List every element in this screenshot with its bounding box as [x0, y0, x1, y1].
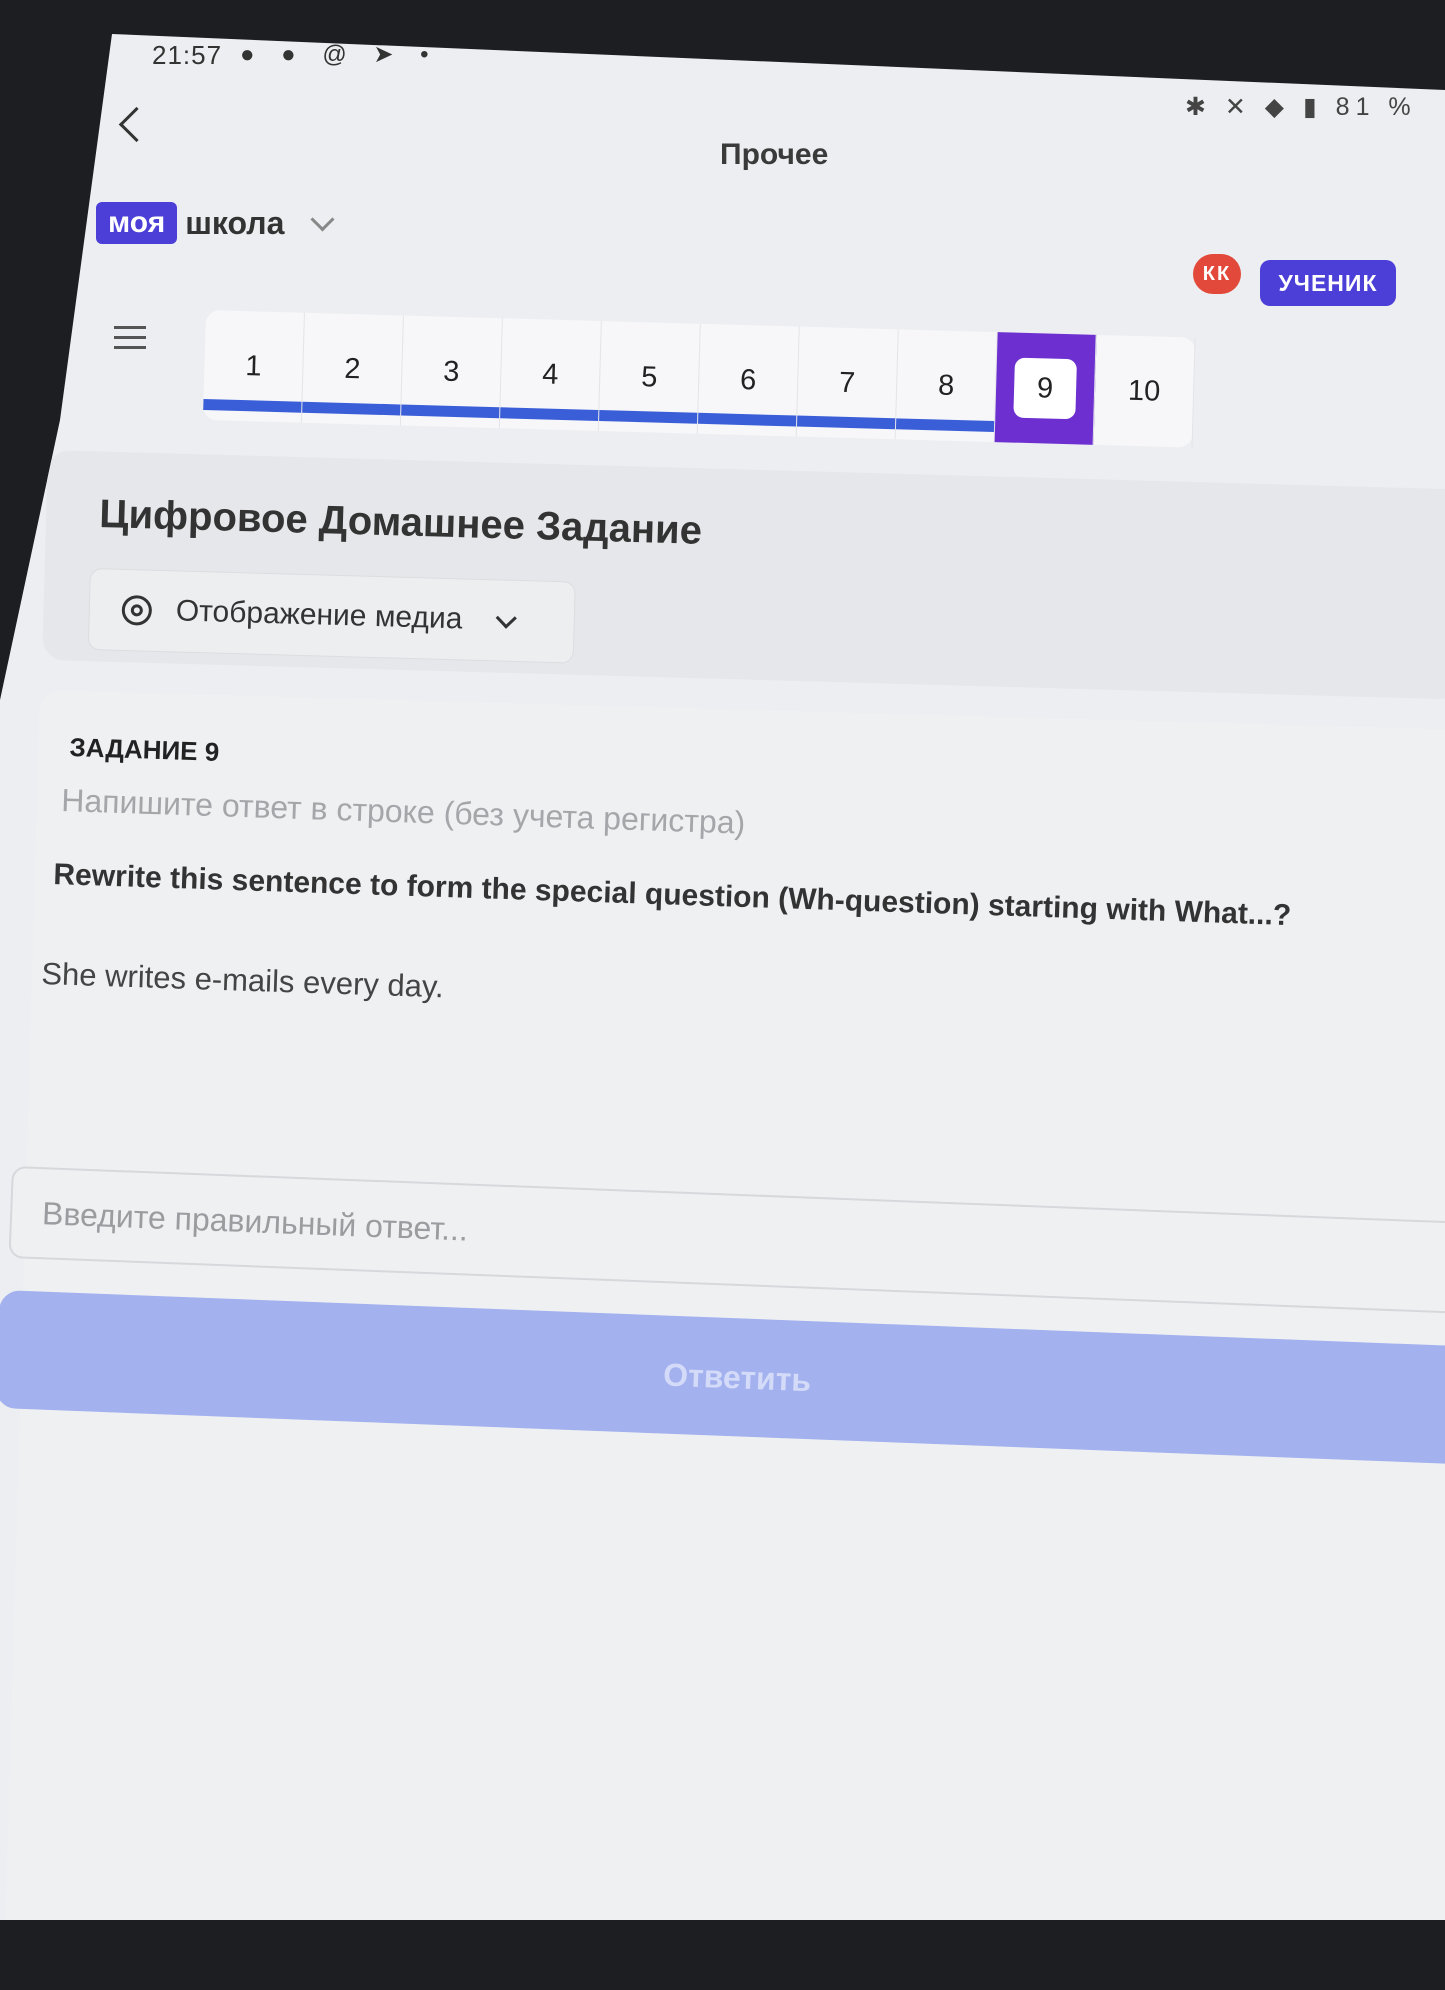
task-number: 6 [739, 363, 757, 396]
completed-bar [401, 404, 500, 419]
task-tab-10[interactable]: 10 [1093, 334, 1196, 448]
gear-icon [121, 594, 153, 626]
system-status: ✱ ✕ ◆ ▮ 81 % [1185, 92, 1417, 122]
task-tab-3[interactable]: 3 [400, 315, 503, 429]
task-number: 2 [343, 352, 361, 385]
media-display-toggle[interactable]: Отображение медиа [87, 568, 576, 664]
back-chevron-icon[interactable] [118, 106, 155, 143]
completed-bar [796, 415, 896, 430]
completed-bar [203, 398, 302, 413]
task-tab-7[interactable]: 7 [796, 326, 899, 440]
logo-shkola: школа [185, 204, 285, 241]
task-tab-4[interactable]: 4 [499, 318, 602, 432]
completed-bar [500, 407, 599, 421]
task-tabs: 1 2 3 4 5 6 7 8 9 10 [202, 310, 1196, 448]
task-tab-8[interactable]: 8 [895, 329, 998, 443]
task-tab-5[interactable]: 5 [598, 321, 701, 434]
page-title: Прочее [720, 138, 829, 171]
app-screen: 21:57 ● ● @ ➤ • ✱ ✕ ◆ ▮ 81 % Прочее моя … [0, 34, 1445, 1920]
task-tab-9[interactable]: 9 [994, 332, 1097, 445]
task-tab-2[interactable]: 2 [301, 312, 404, 426]
completed-bar [599, 410, 698, 424]
task-number: 10 [1127, 374, 1161, 408]
chevron-down-icon [495, 607, 517, 629]
notification-icons: ● ● @ ➤ • [240, 41, 439, 68]
completed-bar [698, 412, 797, 427]
task-heading: ЗАДАНИЕ 9 [69, 732, 220, 767]
task-number: 3 [442, 355, 460, 388]
chevron-down-icon [310, 206, 335, 232]
battery-level: 81 % [1335, 93, 1417, 121]
status-time: 21:57 [152, 40, 223, 70]
avatar[interactable]: КК [1193, 254, 1241, 294]
task-number: 5 [640, 360, 658, 394]
task-number: 9 [1013, 357, 1077, 420]
media-toggle-label: Отображение медиа [175, 594, 463, 636]
menu-icon[interactable] [114, 326, 146, 356]
completed-bar [302, 401, 401, 416]
task-number: 1 [244, 349, 262, 383]
task-tab-6[interactable]: 6 [697, 323, 800, 437]
school-switcher[interactable]: моя школа [96, 202, 335, 244]
role-badge[interactable]: УЧЕНИК [1260, 260, 1396, 306]
task-number: 8 [937, 368, 955, 402]
task-tab-1[interactable]: 1 [202, 310, 305, 423]
task-number: 4 [541, 357, 559, 391]
system-icons: ✱ ✕ ◆ ▮ [1185, 93, 1323, 121]
completed-bar [895, 418, 995, 433]
logo-moya: моя [96, 202, 178, 244]
task-number: 7 [838, 366, 856, 399]
